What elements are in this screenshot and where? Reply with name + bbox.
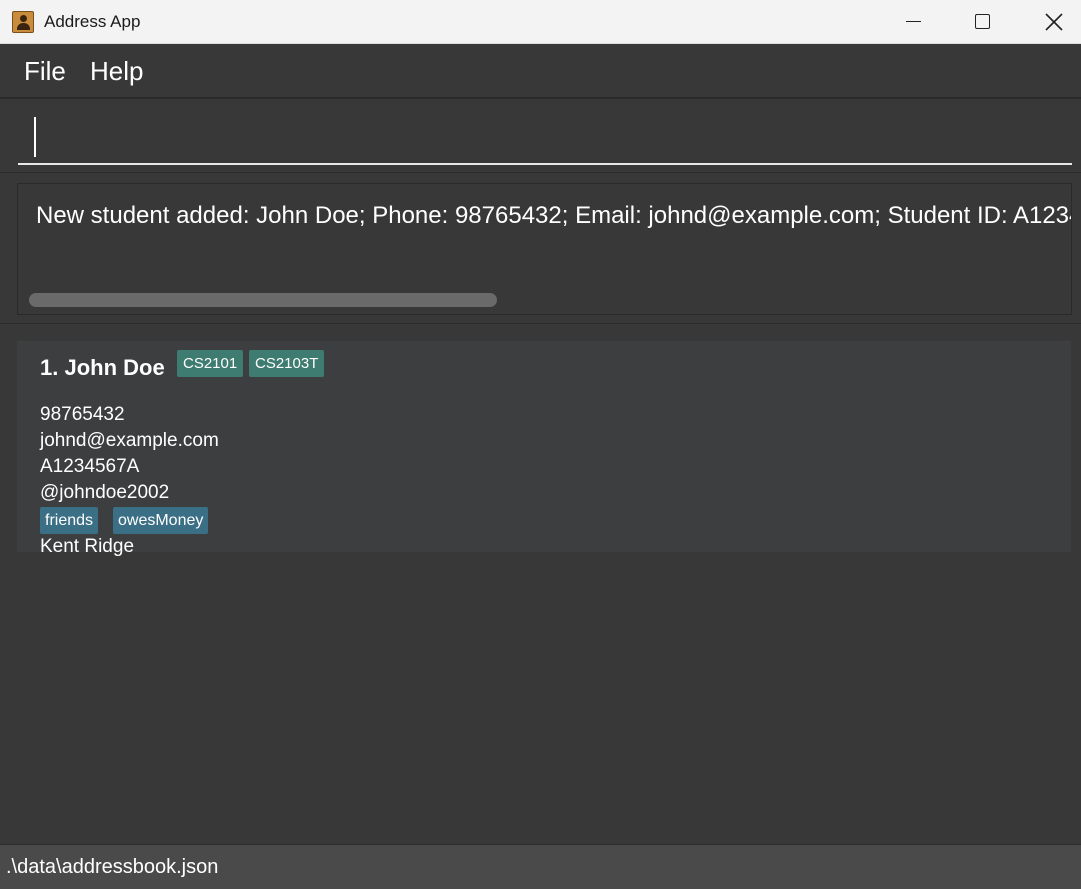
result-display-panel: New student added: John Doe; Phone: 9876… xyxy=(0,172,1081,324)
student-phone: 98765432 xyxy=(40,404,125,425)
student-card[interactable]: 1. John Doe CS2101 CS2103T 98765432 john… xyxy=(17,341,1071,557)
title-bar: Address App xyxy=(0,0,1081,44)
student-email: johnd@example.com xyxy=(40,430,219,451)
menu-file[interactable]: File xyxy=(24,56,66,87)
window-title: Address App xyxy=(44,12,141,31)
student-name: 1. John Doe xyxy=(40,355,165,380)
maximize-button[interactable] xyxy=(948,0,1018,44)
minimize-icon xyxy=(906,21,921,22)
student-list: 1. John Doe CS2101 CS2103T 98765432 john… xyxy=(0,325,1081,844)
student-tag: owesMoney xyxy=(113,507,209,534)
command-box-panel xyxy=(0,98,1081,172)
module-tag: CS2103T xyxy=(249,350,325,377)
student-id: A1234567A xyxy=(40,456,140,477)
student-telegram: @johndoe2002 xyxy=(40,482,170,503)
command-input[interactable] xyxy=(18,109,1072,165)
minimize-button[interactable] xyxy=(878,0,948,44)
student-tag: friends xyxy=(40,507,99,534)
result-display: New student added: John Doe; Phone: 9876… xyxy=(17,183,1072,315)
student-address: Kent Ridge xyxy=(40,536,135,557)
menu-help[interactable]: Help xyxy=(90,56,143,87)
address-book-icon xyxy=(12,11,34,33)
menu-bar: File Help xyxy=(0,44,1081,98)
module-tag: CS2101 xyxy=(177,350,244,377)
result-message: New student added: John Doe; Phone: 9876… xyxy=(36,202,1071,229)
save-location: .\data\addressbook.json xyxy=(6,856,219,878)
text-caret xyxy=(34,117,36,157)
status-bar: .\data\addressbook.json xyxy=(0,844,1081,889)
maximize-icon xyxy=(975,14,990,29)
close-icon xyxy=(1045,13,1063,31)
horizontal-scrollbar[interactable] xyxy=(29,293,497,307)
close-button[interactable] xyxy=(1018,0,1081,44)
